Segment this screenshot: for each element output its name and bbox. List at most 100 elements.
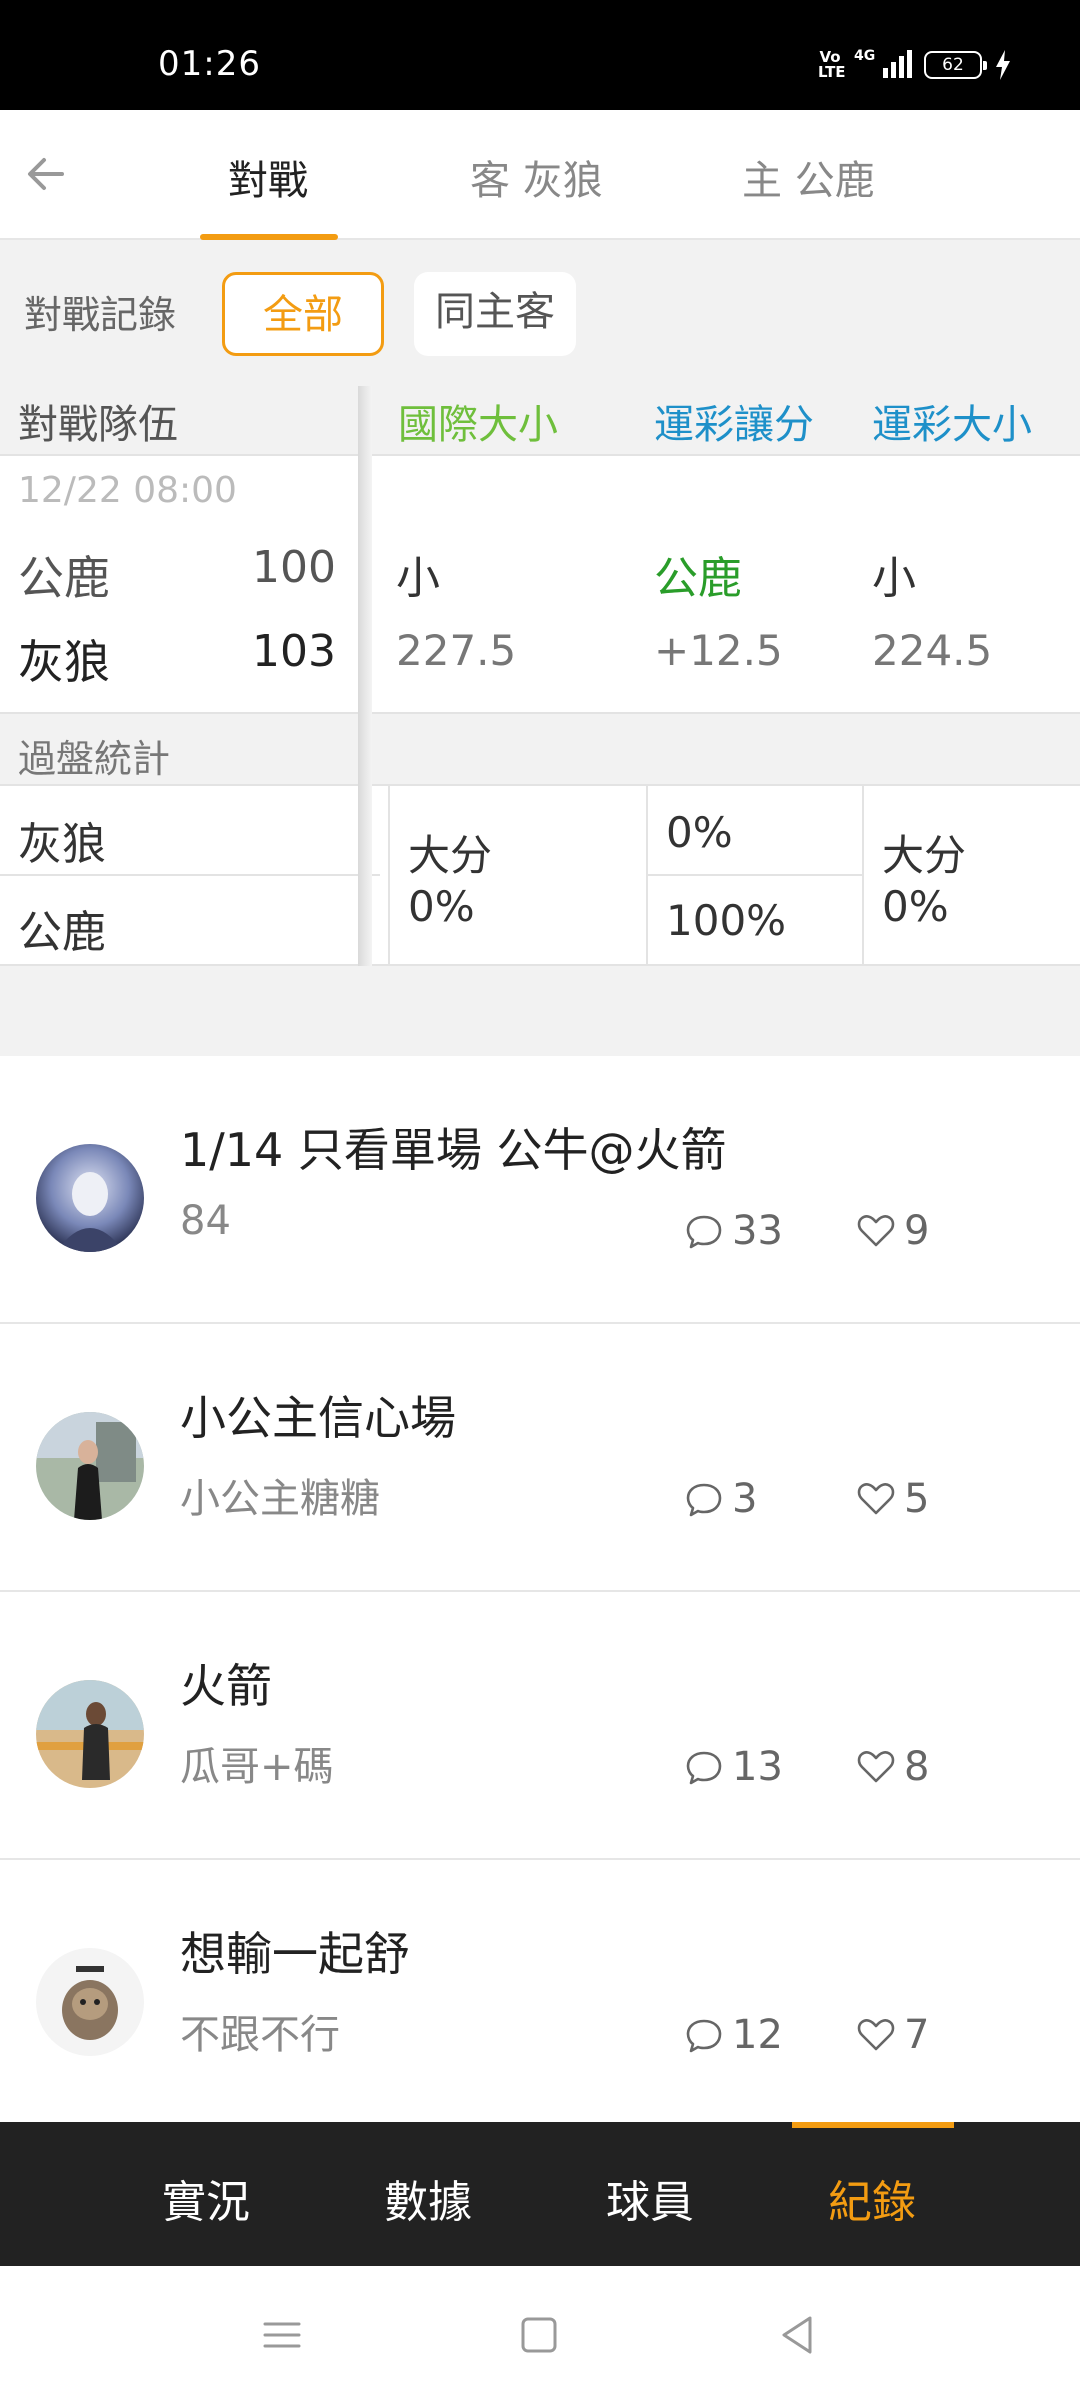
comment-count[interactable]: 3 — [684, 1476, 757, 1522]
intl-total-result: 小 — [396, 553, 440, 604]
like-count[interactable]: 5 — [856, 1476, 929, 1522]
like-count[interactable]: 9 — [856, 1208, 929, 1254]
status-bar: 01:26 Vo LTE 4G 62 — [0, 0, 1080, 110]
post-author: 小公主糖糖 — [180, 1476, 380, 1522]
back-icon[interactable] — [772, 2310, 822, 2360]
battery-icon: 62 — [924, 51, 987, 79]
comment-count[interactable]: 12 — [684, 2012, 783, 2058]
like-count[interactable]: 8 — [856, 1744, 929, 1790]
bottom-tab-indicator — [792, 2122, 954, 2128]
status-icons: Vo LTE 4G 62 — [818, 48, 1012, 82]
comment-count-value: 3 — [732, 1476, 758, 1522]
like-count-value: 7 — [904, 2012, 930, 2058]
total-stats-label: 大分 — [882, 831, 967, 880]
like-count-value: 5 — [904, 1476, 930, 1522]
heart-icon — [857, 1215, 895, 1247]
section-spacer — [0, 966, 1080, 1056]
home-icon[interactable] — [514, 2310, 564, 2360]
avatar[interactable] — [36, 1144, 144, 1252]
heart-icon — [857, 2019, 895, 2051]
post-author: 84 — [180, 1198, 231, 1244]
like-count-value: 8 — [904, 1744, 930, 1790]
intl-stats-label: 大分 — [408, 831, 493, 880]
system-nav-bar — [0, 2266, 1080, 2400]
intl-stats-pct: 0% — [408, 882, 475, 931]
top-nav: 對戰 客 灰狼 主 公鹿 — [0, 110, 1080, 240]
divider — [0, 874, 380, 876]
post-author: 不跟不行 — [180, 2012, 340, 2058]
header-total: 運彩大小 — [872, 402, 1032, 448]
stats-block: 灰狼 公鹿 大分 0% 0% 100% 大分 0% — [0, 786, 1080, 966]
signal-icon: 4G — [854, 48, 912, 80]
tab-away-team[interactable]: 客 灰狼 — [470, 148, 603, 206]
total-stats-pct: 0% — [882, 882, 949, 931]
home-team-score: 100 — [252, 542, 336, 593]
sticky-column-shadow — [358, 386, 372, 966]
tab-home-team[interactable]: 主 公鹿 — [742, 148, 875, 206]
post-title: 想輸一起舒 — [180, 1927, 410, 1981]
table-header: 對戰隊伍 國際大小 運彩讓分 運彩大小 — [0, 370, 1080, 456]
tab-live[interactable]: 實況 — [126, 2166, 286, 2230]
header-intl-total: 國際大小 — [398, 402, 558, 448]
comment-count-value: 33 — [732, 1208, 783, 1254]
comment-count-value: 13 — [732, 1744, 783, 1790]
header-spread: 運彩讓分 — [654, 402, 814, 448]
network-type: 4G — [854, 48, 876, 64]
avatar[interactable] — [36, 1680, 144, 1788]
away-team-score: 103 — [252, 626, 336, 677]
filter-all-button[interactable]: 全部 — [222, 272, 384, 356]
divider — [388, 786, 390, 966]
comment-count[interactable]: 33 — [684, 1208, 783, 1254]
tab-records[interactable]: 紀錄 — [792, 2166, 952, 2230]
stats-team-1: 灰狼 — [18, 819, 106, 870]
post-item[interactable]: 1/14 只看單場 公牛@火箭 84 33 9 — [0, 1056, 1080, 1324]
post-item[interactable]: 火箭 瓜哥+碼 13 8 — [0, 1592, 1080, 1860]
spread-stats-team2-pct: 100% — [666, 896, 787, 945]
filter-label: 對戰記錄 — [24, 293, 177, 337]
comment-count[interactable]: 13 — [684, 1744, 783, 1790]
comment-icon — [686, 1751, 722, 1785]
stats-header: 過盤統計 — [0, 714, 1080, 786]
avatar[interactable] — [36, 1948, 144, 2056]
post-title: 小公主信心場 — [180, 1391, 456, 1445]
post-author: 瓜哥+碼 — [180, 1744, 334, 1790]
post-title: 火箭 — [180, 1659, 272, 1713]
comment-icon — [686, 2019, 722, 2053]
match-date: 12/22 08:00 — [18, 470, 237, 511]
heart-icon — [857, 1751, 895, 1783]
spread-stats-team1-pct: 0% — [666, 808, 733, 857]
post-item[interactable]: 小公主信心場 小公主糖糖 3 5 — [0, 1324, 1080, 1592]
stats-title: 過盤統計 — [18, 737, 171, 781]
match-row[interactable]: 12/22 08:00 公鹿 100 灰狼 103 小 227.5 公鹿 +12… — [0, 456, 1080, 714]
total-result: 小 — [872, 553, 916, 604]
filter-same-home-away-button[interactable]: 同主客 — [414, 272, 576, 356]
intl-total-line: 227.5 — [396, 626, 517, 675]
divider — [646, 786, 648, 966]
status-time: 01:26 — [158, 44, 261, 84]
volte-icon: Vo LTE — [818, 48, 846, 81]
like-count[interactable]: 7 — [856, 2012, 929, 2058]
like-count-value: 9 — [904, 1208, 930, 1254]
comment-count-value: 12 — [732, 2012, 783, 2058]
tab-matchup[interactable]: 對戰 — [228, 148, 308, 206]
avatar[interactable] — [36, 1412, 144, 1520]
total-line: 224.5 — [872, 626, 993, 675]
post-item[interactable]: 想輸一起舒 不跟不行 12 7 — [0, 1860, 1080, 2122]
post-title: 1/14 只看單場 公牛@火箭 — [180, 1123, 727, 1177]
menu-icon[interactable] — [257, 2310, 307, 2360]
back-arrow-icon[interactable] — [22, 148, 74, 200]
comment-icon — [686, 1215, 722, 1249]
divider — [862, 786, 864, 966]
tab-data[interactable]: 數據 — [348, 2166, 508, 2230]
stats-team-2: 公鹿 — [18, 907, 106, 958]
away-team-name: 灰狼 — [18, 635, 110, 689]
charging-bolt-icon — [996, 50, 1010, 80]
home-team-name: 公鹿 — [18, 551, 110, 605]
header-teams: 對戰隊伍 — [18, 402, 178, 448]
spread-line: +12.5 — [654, 626, 783, 675]
tab-players[interactable]: 球員 — [570, 2166, 730, 2230]
bottom-tab-bar: 實況 數據 球員 紀錄 — [0, 2122, 1080, 2266]
comment-icon — [686, 1483, 722, 1517]
filter-bar: 對戰記錄 全部 同主客 — [0, 240, 1080, 370]
heart-icon — [857, 1483, 895, 1515]
